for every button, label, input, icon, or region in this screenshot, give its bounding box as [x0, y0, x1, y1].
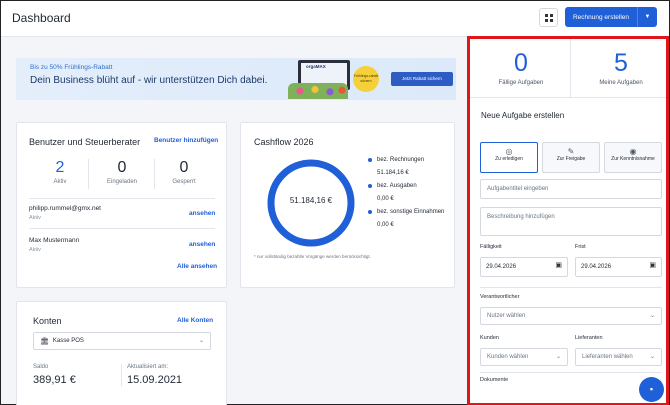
stat-blocked: 0 Gesperrt	[172, 159, 196, 185]
promo-banner[interactable]: Bis zu 50% Frühlings-Rabatt Dein Busines…	[16, 58, 456, 100]
users-card: Benutzer und Steuerberater Benutzer hinz…	[16, 122, 227, 288]
task-title-input[interactable]: Aufgabentitel eingeben	[480, 179, 662, 199]
legend-dot-icon	[368, 158, 372, 162]
due-tasks-stat[interactable]: 0 Fällige Aufgaben	[473, 49, 569, 86]
check-circle-icon: ◎	[505, 147, 513, 156]
suppliers-select[interactable]: Lieferanten wählen ⌄	[575, 348, 662, 366]
deadline-label: Frist	[575, 244, 586, 250]
promo-cta-button[interactable]: Jetzt Rabatt sichern	[391, 72, 453, 86]
calendar-icon[interactable]: ▣	[555, 261, 562, 269]
user-2-name: Max Mustermann	[29, 237, 80, 244]
calendar-icon[interactable]: ▣	[649, 261, 656, 269]
type-todo-button[interactable]: ◎ Zu erledigen	[480, 142, 538, 173]
edit-icon: ✎	[567, 147, 575, 156]
customers-label: Kunden	[480, 335, 499, 341]
type-info-button[interactable]: ◉ Zur Kenntnisnahme	[604, 142, 662, 173]
accounts-card: Konten Alle Konten 🏛 Kasse POS ⌄ Saldo 3…	[16, 301, 227, 405]
user-1-name: philipp.rummel@gmx.net	[29, 205, 101, 212]
bank-icon: 🏛	[40, 338, 49, 345]
legend-expenses: bez. Ausgaben 0,00 €	[368, 182, 447, 204]
user-1-role: Aktiv	[29, 215, 41, 221]
chevron-down-icon: ⌄	[555, 354, 561, 360]
saldo-label: Saldo	[33, 364, 49, 370]
chevron-down-icon: ⌄	[198, 338, 204, 344]
create-task-title: Neue Aufgabe erstellen	[481, 111, 565, 120]
flowers-image	[288, 83, 348, 99]
stat-active: 2 Aktiv	[53, 159, 67, 185]
my-tasks-stat[interactable]: 5 Meine Aufgaben	[573, 49, 669, 86]
responsible-label: Verantwortlicher	[480, 294, 520, 300]
updated-value: 15.09.2021	[127, 374, 183, 386]
documents-label: Dokumente	[480, 377, 509, 383]
chat-button[interactable]: ▪	[639, 377, 664, 402]
users-card-title: Benutzer und Steuerberater	[29, 137, 141, 147]
cashflow-card: Cashflow 2026 51.184,16 € bez. Rechnunge…	[240, 122, 455, 288]
user-1-view-link[interactable]: ansehen	[189, 210, 215, 217]
promo-small-text: Bis zu 50% Frühlings-Rabatt	[30, 64, 113, 71]
deadline-input[interactable]: 29.04.2026 ▣	[575, 257, 662, 277]
apps-grid-button[interactable]	[539, 8, 558, 27]
top-bar: Dashboard Rechnung erstellen ▼	[1, 1, 669, 37]
grid-icon	[545, 14, 548, 17]
stat-invited: 0 Eingeladen	[106, 159, 138, 185]
suppliers-label: Lieferanten	[575, 335, 603, 341]
chevron-down-icon[interactable]: ▼	[638, 14, 657, 20]
add-user-link[interactable]: Benutzer hinzufügen	[154, 137, 218, 144]
all-accounts-link[interactable]: Alle Konten	[177, 317, 213, 324]
create-invoice-label: Rechnung erstellen	[572, 13, 629, 21]
cashflow-title: Cashflow 2026	[254, 137, 314, 147]
cashflow-center-value: 51.184,16 €	[289, 196, 333, 205]
promo-badge: Frühlings-rabatt sichern	[353, 66, 379, 92]
tasks-panel: 0 Fällige Aufgaben 5 Meine Aufgaben Neue…	[467, 36, 669, 405]
legend-invoices: bez. Rechnungen 51.184,16 €	[368, 156, 447, 178]
account-select[interactable]: 🏛 Kasse POS ⌄	[33, 332, 211, 350]
chevron-down-icon: ⌄	[649, 313, 655, 319]
legend-dot-icon	[368, 184, 372, 188]
cashflow-footnote: * nur vollständig bezahlte Vorgänge werd…	[254, 254, 371, 259]
type-approval-button[interactable]: ✎ Zur Freigabe	[542, 142, 600, 173]
user-2-view-link[interactable]: ansehen	[189, 241, 215, 248]
legend-other-income: bez. sonstige Einnahmen 0,00 €	[368, 208, 447, 230]
create-invoice-button[interactable]: Rechnung erstellen ▼	[565, 7, 657, 27]
chevron-down-icon: ⌄	[649, 354, 655, 360]
due-date-label: Fälligkeit	[480, 244, 502, 250]
product-logo: orgaMAX	[306, 64, 326, 69]
saldo-value: 389,91 €	[33, 374, 76, 386]
responsible-select[interactable]: Nutzer wählen ⌄	[480, 307, 662, 325]
legend-dot-icon	[368, 210, 372, 214]
page-title: Dashboard	[12, 11, 71, 25]
promo-headline: Dein Business blüht auf - wir unterstütz…	[30, 75, 268, 86]
all-users-link[interactable]: Alle ansehen	[177, 263, 217, 270]
updated-label: Aktualisiert am:	[127, 364, 169, 370]
task-description-input[interactable]: Beschreibung hinzufügen	[480, 207, 662, 236]
eye-icon: ◉	[629, 147, 637, 156]
user-2-role: Aktiv	[29, 247, 41, 253]
due-date-input[interactable]: 29.04.2026 ▣	[480, 257, 568, 277]
customers-select[interactable]: Kunden wählen ⌄	[480, 348, 568, 366]
chat-icon: ▪	[649, 384, 654, 394]
accounts-title: Konten	[33, 316, 62, 326]
